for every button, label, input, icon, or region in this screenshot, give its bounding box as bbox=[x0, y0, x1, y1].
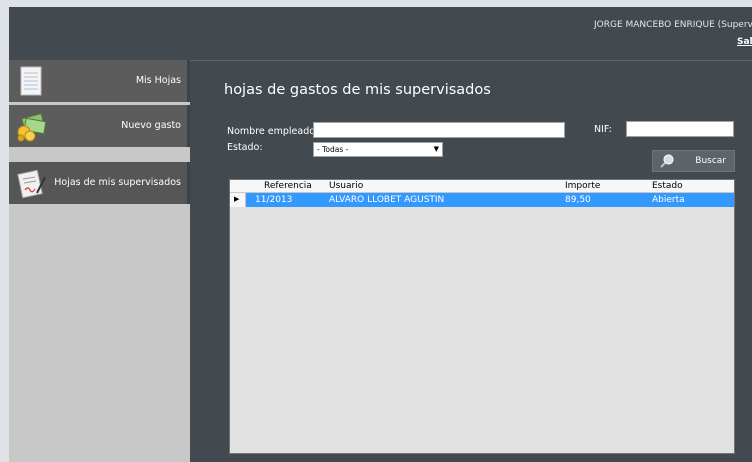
money-icon bbox=[17, 113, 47, 142]
cell-importe: 89,50 bbox=[565, 195, 591, 205]
cell-usuario: ALVARO LLOBET AGUSTIN bbox=[329, 195, 445, 205]
cell-referencia: 11/2013 bbox=[255, 195, 293, 205]
sidebar-item-label: Mis Hojas bbox=[135, 75, 181, 86]
table-row[interactable]: ▶ 11/2013 ALVARO LLOBET AGUSTIN 89,50 Ab… bbox=[230, 193, 734, 207]
chevron-down-icon: ▼ bbox=[433, 145, 439, 153]
results-grid[interactable]: Referencia Usuario Importe Estado ▶ 11/2… bbox=[229, 179, 735, 454]
current-row-icon: ▶ bbox=[234, 195, 240, 203]
status-select[interactable]: - Todas - ▼ bbox=[313, 142, 443, 157]
employee-label: Nombre empleado: bbox=[227, 126, 319, 137]
sidebar-item-label: Hojas de mis supervisados bbox=[54, 177, 181, 188]
row-selector[interactable]: ▶ bbox=[230, 193, 246, 207]
nif-label: NIF: bbox=[594, 124, 612, 135]
signed-document-icon bbox=[17, 169, 46, 199]
sidebar-item-label: Nuevo gasto bbox=[121, 120, 181, 131]
logout-link[interactable]: Sali bbox=[737, 37, 752, 47]
main-panel: hojas de gastos de mis supervisados Nomb… bbox=[190, 60, 752, 462]
page-title: hojas de gastos de mis supervisados bbox=[224, 82, 491, 98]
top-bar: JORGE MANCEBO ENRIQUE (Supervisor Sali bbox=[9, 7, 752, 57]
notepad-icon bbox=[20, 66, 42, 96]
sidebar: Mis Hojas Nuevo gasto Hojas de mis super… bbox=[9, 60, 190, 462]
app-window: JORGE MANCEBO ENRIQUE (Supervisor Sali M… bbox=[9, 7, 752, 462]
search-icon bbox=[660, 154, 674, 168]
user-name: JORGE MANCEBO ENRIQUE (Supervisor bbox=[594, 20, 752, 30]
employee-name-input[interactable] bbox=[313, 122, 565, 138]
grid-header: Referencia Usuario Importe Estado bbox=[230, 180, 734, 193]
cell-estado: Abierta bbox=[652, 195, 685, 205]
status-select-value: - Todas - bbox=[317, 145, 349, 154]
column-header-referencia[interactable]: Referencia bbox=[264, 180, 312, 192]
search-button-label: Buscar bbox=[695, 156, 726, 166]
column-header-usuario[interactable]: Usuario bbox=[329, 180, 363, 192]
column-header-estado[interactable]: Estado bbox=[652, 180, 683, 192]
sidebar-item-mis-hojas[interactable]: Mis Hojas bbox=[9, 60, 190, 102]
sidebar-item-nuevo-gasto[interactable]: Nuevo gasto bbox=[9, 105, 190, 147]
nif-input[interactable] bbox=[626, 121, 734, 137]
status-label: Estado: bbox=[227, 142, 263, 153]
sidebar-item-hojas-supervisados[interactable]: Hojas de mis supervisados bbox=[9, 162, 190, 204]
column-header-importe[interactable]: Importe bbox=[565, 180, 600, 192]
search-button[interactable]: Buscar bbox=[652, 150, 735, 172]
